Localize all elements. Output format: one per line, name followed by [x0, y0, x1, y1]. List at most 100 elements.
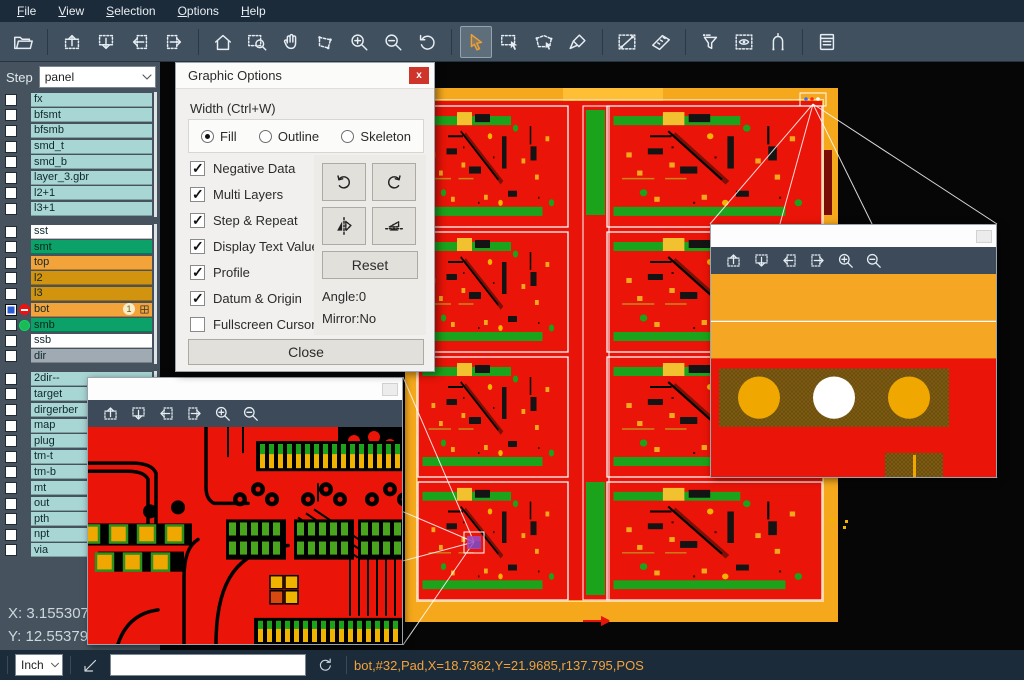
- layer-checkbox[interactable]: [5, 498, 17, 510]
- layer-label[interactable]: dir: [31, 349, 152, 363]
- layer-list-scroll-strip[interactable]: [154, 224, 157, 364]
- layer-checkbox[interactable]: [5, 172, 17, 184]
- magnifier-view-left[interactable]: [88, 427, 402, 644]
- step-select[interactable]: panel: [39, 66, 156, 88]
- layer-checkbox[interactable]: [5, 513, 17, 525]
- layer-label[interactable]: l3+1: [31, 202, 152, 216]
- checkbox[interactable]: [190, 239, 205, 254]
- layer-checkbox[interactable]: [5, 288, 17, 300]
- magnifier-title-bar[interactable]: [711, 225, 996, 247]
- layer-row-ssb[interactable]: ssb: [0, 333, 160, 349]
- corner-angle-icon[interactable]: [82, 656, 100, 674]
- layer-row-smt[interactable]: smt: [0, 239, 160, 255]
- radio-circle[interactable]: [341, 130, 354, 143]
- active-layer-icon[interactable]: [19, 304, 30, 315]
- zoom-in-button[interactable]: [343, 26, 375, 58]
- home-button[interactable]: [207, 26, 239, 58]
- report-button[interactable]: [811, 26, 843, 58]
- window-button[interactable]: [976, 230, 992, 243]
- radio-fill[interactable]: Fill: [201, 129, 237, 144]
- layer-row-l2+1[interactable]: l2+1: [0, 186, 160, 202]
- measure-distance-button[interactable]: [611, 26, 643, 58]
- layer-row-smd_t[interactable]: smd_t: [0, 139, 160, 155]
- dialog-title-bar[interactable]: Graphic Options x: [176, 63, 434, 89]
- checkbox[interactable]: [190, 161, 205, 176]
- layer-checkbox[interactable]: [5, 544, 17, 556]
- layer-label[interactable]: bfsmb: [31, 124, 152, 138]
- zoom-out-button[interactable]: [377, 26, 409, 58]
- layer-row-l3[interactable]: l3: [0, 286, 160, 302]
- flip-v-button[interactable]: [372, 207, 416, 245]
- layer-label[interactable]: smb: [31, 318, 152, 332]
- zoom-out-button[interactable]: [860, 249, 886, 273]
- layer-label[interactable]: layer_3.gbr: [31, 171, 152, 185]
- panel-sub-board[interactable]: [607, 482, 822, 600]
- zoom-in-button[interactable]: [832, 249, 858, 273]
- unit-select[interactable]: Inch: [15, 654, 63, 676]
- transform-button[interactable]: [309, 26, 341, 58]
- zoom-window-button[interactable]: [241, 26, 273, 58]
- pan-left-button[interactable]: [153, 402, 179, 426]
- select-group-button[interactable]: [528, 26, 560, 58]
- layer-label[interactable]: smd_b: [31, 155, 152, 169]
- layer-label[interactable]: l2: [31, 271, 152, 285]
- layer-row-smd_b[interactable]: smd_b: [0, 154, 160, 170]
- select-rect-button[interactable]: [494, 26, 526, 58]
- select-button[interactable]: [460, 26, 492, 58]
- layer-checkbox[interactable]: [5, 404, 17, 416]
- layer-row-dir[interactable]: dir: [0, 349, 160, 365]
- brush-button[interactable]: [562, 26, 594, 58]
- checkbox[interactable]: [190, 317, 205, 332]
- layer-label[interactable]: bfsmt: [31, 108, 152, 122]
- menu-file[interactable]: File: [6, 2, 47, 20]
- refresh-icon[interactable]: [316, 657, 333, 674]
- layer-row-smb[interactable]: smb: [0, 317, 160, 333]
- menu-selection[interactable]: Selection: [95, 2, 166, 20]
- layer-checkbox[interactable]: [5, 141, 17, 153]
- option-profile[interactable]: Profile: [190, 265, 250, 280]
- layer-checkbox[interactable]: [5, 125, 17, 137]
- layer-label[interactable]: bot1: [31, 303, 152, 317]
- layer-checkbox[interactable]: [5, 257, 17, 269]
- layer-checkbox[interactable]: [5, 319, 17, 331]
- layer-checkbox[interactable]: [5, 529, 17, 541]
- step-repeat-grid-icon[interactable]: [139, 304, 150, 315]
- view-options-button[interactable]: [728, 26, 760, 58]
- layer-label[interactable]: l3: [31, 287, 152, 301]
- layer-row-bot[interactable]: bot1: [0, 302, 160, 318]
- pan-right-button[interactable]: [181, 402, 207, 426]
- layer-checkbox[interactable]: [5, 203, 17, 215]
- layer-checkbox[interactable]: [5, 466, 17, 478]
- panel-sub-board[interactable]: [418, 357, 568, 477]
- layer-checkbox[interactable]: [5, 241, 17, 253]
- layer-checkbox[interactable]: [5, 226, 17, 238]
- pan-up-button[interactable]: [56, 26, 88, 58]
- layer-checkbox[interactable]: [5, 335, 17, 347]
- option-display-text-value[interactable]: Display Text Value: [190, 239, 319, 254]
- layer-label[interactable]: fx: [31, 93, 152, 107]
- panel-sub-board[interactable]: [418, 106, 568, 227]
- command-input[interactable]: [110, 654, 306, 676]
- layer-list-scroll-strip[interactable]: [154, 92, 157, 217]
- radio-circle[interactable]: [201, 130, 214, 143]
- layer-row-layer_3.gbr[interactable]: layer_3.gbr: [0, 170, 160, 186]
- reset-button[interactable]: Reset: [322, 251, 418, 279]
- snap-button[interactable]: [762, 26, 794, 58]
- menu-options[interactable]: Options: [167, 2, 230, 20]
- pan-left-button[interactable]: [776, 249, 802, 273]
- pan-left-button[interactable]: [124, 26, 156, 58]
- pan-right-button[interactable]: [158, 26, 190, 58]
- pan-hand-button[interactable]: [275, 26, 307, 58]
- pan-up-button[interactable]: [720, 249, 746, 273]
- panel-sub-board[interactable]: [418, 232, 568, 352]
- rotate-ccw-button[interactable]: [372, 163, 416, 201]
- rotate-cw-button[interactable]: [322, 163, 366, 201]
- radio-circle[interactable]: [259, 130, 272, 143]
- panel-sub-board[interactable]: [418, 482, 568, 600]
- flip-h-button[interactable]: [322, 207, 366, 245]
- option-multi-layers[interactable]: Multi Layers: [190, 187, 283, 202]
- layer-indicator-icon[interactable]: [19, 320, 30, 331]
- layer-row-bfsmt[interactable]: bfsmt: [0, 108, 160, 124]
- magnifier-window-right[interactable]: [710, 224, 997, 478]
- pan-down-button[interactable]: [748, 249, 774, 273]
